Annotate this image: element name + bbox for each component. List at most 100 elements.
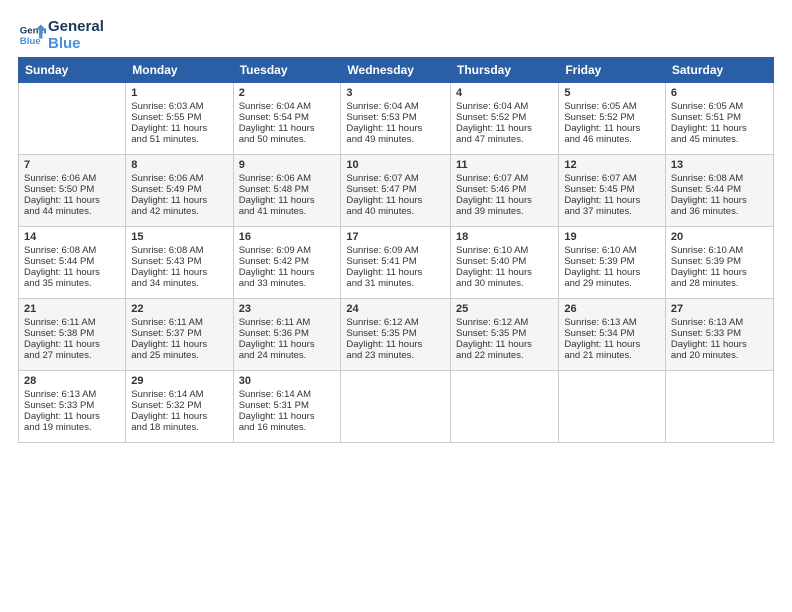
day-info-line: and 39 minutes.: [456, 206, 553, 217]
day-info-line: and 18 minutes.: [131, 422, 227, 433]
day-info-line: Sunrise: 6:03 AM: [131, 101, 227, 112]
day-info-line: and 30 minutes.: [456, 278, 553, 289]
day-number: 17: [346, 231, 445, 243]
day-number: 4: [456, 87, 553, 99]
week-row-3: 14Sunrise: 6:08 AMSunset: 5:44 PMDayligh…: [19, 226, 774, 298]
day-info-line: Sunrise: 6:10 AM: [456, 245, 553, 256]
day-info-line: and 34 minutes.: [131, 278, 227, 289]
day-info-line: Daylight: 11 hours: [131, 411, 227, 422]
day-info-line: Sunrise: 6:11 AM: [131, 317, 227, 328]
calendar-cell: 2Sunrise: 6:04 AMSunset: 5:54 PMDaylight…: [233, 82, 341, 154]
calendar-cell: 15Sunrise: 6:08 AMSunset: 5:43 PMDayligh…: [126, 226, 233, 298]
day-info-line: and 49 minutes.: [346, 134, 445, 145]
day-number: 21: [24, 303, 120, 315]
day-number: 5: [564, 87, 660, 99]
day-info-line: and 51 minutes.: [131, 134, 227, 145]
day-info-line: Sunrise: 6:04 AM: [346, 101, 445, 112]
day-info-line: Sunset: 5:32 PM: [131, 400, 227, 411]
day-number: 2: [239, 87, 336, 99]
day-number: 12: [564, 159, 660, 171]
day-info-line: and 28 minutes.: [671, 278, 768, 289]
day-info-line: Daylight: 11 hours: [346, 267, 445, 278]
calendar-cell: 21Sunrise: 6:11 AMSunset: 5:38 PMDayligh…: [19, 298, 126, 370]
calendar-cell: 23Sunrise: 6:11 AMSunset: 5:36 PMDayligh…: [233, 298, 341, 370]
day-info-line: Sunrise: 6:07 AM: [346, 173, 445, 184]
day-info-line: Sunrise: 6:06 AM: [24, 173, 120, 184]
day-number: 3: [346, 87, 445, 99]
day-number: 16: [239, 231, 336, 243]
logo-icon: General Blue: [18, 21, 46, 49]
day-info-line: Sunrise: 6:13 AM: [24, 389, 120, 400]
day-info-line: and 35 minutes.: [24, 278, 120, 289]
day-info-line: and 16 minutes.: [239, 422, 336, 433]
day-info-line: Sunrise: 6:08 AM: [131, 245, 227, 256]
day-info-line: Daylight: 11 hours: [24, 195, 120, 206]
day-number: 8: [131, 159, 227, 171]
day-info-line: Daylight: 11 hours: [671, 195, 768, 206]
calendar-cell: 16Sunrise: 6:09 AMSunset: 5:42 PMDayligh…: [233, 226, 341, 298]
week-row-5: 28Sunrise: 6:13 AMSunset: 5:33 PMDayligh…: [19, 370, 774, 442]
day-info-line: Sunset: 5:42 PM: [239, 256, 336, 267]
day-info-line: Daylight: 11 hours: [564, 123, 660, 134]
day-info-line: Sunset: 5:44 PM: [671, 184, 768, 195]
day-info-line: Sunset: 5:43 PM: [131, 256, 227, 267]
calendar-cell: 29Sunrise: 6:14 AMSunset: 5:32 PMDayligh…: [126, 370, 233, 442]
calendar-cell: 3Sunrise: 6:04 AMSunset: 5:53 PMDaylight…: [341, 82, 451, 154]
day-info-line: Sunrise: 6:06 AM: [131, 173, 227, 184]
calendar-cell: [559, 370, 666, 442]
day-info-line: Sunset: 5:53 PM: [346, 112, 445, 123]
day-info-line: Sunset: 5:39 PM: [671, 256, 768, 267]
day-header-sunday: Sunday: [19, 57, 126, 82]
day-info-line: Sunset: 5:39 PM: [564, 256, 660, 267]
day-info-line: and 42 minutes.: [131, 206, 227, 217]
day-info-line: Sunset: 5:46 PM: [456, 184, 553, 195]
day-info-line: and 19 minutes.: [24, 422, 120, 433]
day-info-line: Sunrise: 6:09 AM: [346, 245, 445, 256]
day-info-line: Sunrise: 6:11 AM: [239, 317, 336, 328]
day-info-line: and 27 minutes.: [24, 350, 120, 361]
day-info-line: Daylight: 11 hours: [564, 339, 660, 350]
day-info-line: Sunrise: 6:08 AM: [671, 173, 768, 184]
day-info-line: Daylight: 11 hours: [456, 195, 553, 206]
day-info-line: Sunrise: 6:08 AM: [24, 245, 120, 256]
day-info-line: Sunrise: 6:10 AM: [671, 245, 768, 256]
day-info-line: Daylight: 11 hours: [671, 267, 768, 278]
day-info-line: Daylight: 11 hours: [456, 339, 553, 350]
page-container: General Blue General Blue SundayMondayTu…: [0, 0, 792, 453]
calendar-cell: 7Sunrise: 6:06 AMSunset: 5:50 PMDaylight…: [19, 154, 126, 226]
day-number: 28: [24, 375, 120, 387]
day-info-line: Sunset: 5:50 PM: [24, 184, 120, 195]
day-info-line: Daylight: 11 hours: [456, 267, 553, 278]
day-info-line: Sunset: 5:52 PM: [456, 112, 553, 123]
header: General Blue General Blue: [18, 18, 774, 53]
week-row-2: 7Sunrise: 6:06 AMSunset: 5:50 PMDaylight…: [19, 154, 774, 226]
day-info-line: Sunrise: 6:07 AM: [564, 173, 660, 184]
day-number: 19: [564, 231, 660, 243]
calendar-cell: 20Sunrise: 6:10 AMSunset: 5:39 PMDayligh…: [665, 226, 773, 298]
day-header-monday: Monday: [126, 57, 233, 82]
day-info-line: and 33 minutes.: [239, 278, 336, 289]
calendar-cell: 9Sunrise: 6:06 AMSunset: 5:48 PMDaylight…: [233, 154, 341, 226]
day-info-line: and 37 minutes.: [564, 206, 660, 217]
day-info-line: Daylight: 11 hours: [131, 195, 227, 206]
day-info-line: Daylight: 11 hours: [564, 195, 660, 206]
day-number: 22: [131, 303, 227, 315]
day-info-line: Daylight: 11 hours: [346, 195, 445, 206]
day-info-line: Daylight: 11 hours: [239, 123, 336, 134]
day-info-line: Sunset: 5:38 PM: [24, 328, 120, 339]
calendar-cell: 12Sunrise: 6:07 AMSunset: 5:45 PMDayligh…: [559, 154, 666, 226]
calendar-cell: 18Sunrise: 6:10 AMSunset: 5:40 PMDayligh…: [451, 226, 559, 298]
day-info-line: Daylight: 11 hours: [239, 339, 336, 350]
day-info-line: Sunset: 5:51 PM: [671, 112, 768, 123]
day-number: 25: [456, 303, 553, 315]
day-info-line: Daylight: 11 hours: [346, 339, 445, 350]
day-number: 29: [131, 375, 227, 387]
day-info-line: Sunrise: 6:04 AM: [239, 101, 336, 112]
calendar-cell: 30Sunrise: 6:14 AMSunset: 5:31 PMDayligh…: [233, 370, 341, 442]
day-info-line: Sunrise: 6:07 AM: [456, 173, 553, 184]
logo-text-blue: Blue: [48, 35, 104, 52]
calendar-cell: 1Sunrise: 6:03 AMSunset: 5:55 PMDaylight…: [126, 82, 233, 154]
calendar-cell: [665, 370, 773, 442]
day-info-line: Daylight: 11 hours: [671, 123, 768, 134]
day-info-line: Sunrise: 6:14 AM: [239, 389, 336, 400]
